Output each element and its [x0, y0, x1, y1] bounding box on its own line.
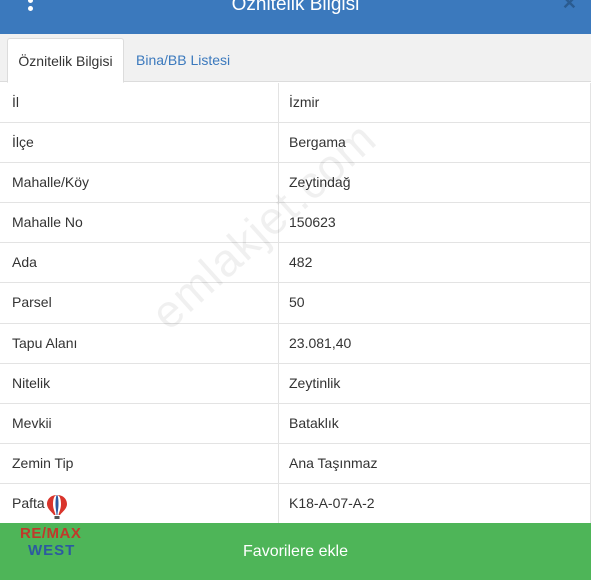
table-row: Pafta K18-A-07-A-2 — [0, 483, 591, 525]
table-row: Nitelik Zeytinlik — [0, 363, 591, 404]
row-value: 482 — [289, 254, 313, 271]
row-key: Mahalle No — [12, 214, 83, 231]
table-row: Mevkii Bataklık — [0, 403, 591, 444]
row-value: Zeytinlik — [289, 374, 341, 391]
tab-bar: Öznitelik Bilgisi Bina/BB Listesi — [0, 34, 591, 83]
column-divider — [278, 403, 279, 443]
row-value: Bataklık — [289, 414, 339, 431]
column-divider — [278, 323, 279, 363]
close-icon[interactable]: ✕ — [562, 0, 577, 12]
column-divider — [278, 283, 279, 323]
row-value: 50 — [289, 294, 305, 311]
column-divider — [278, 483, 279, 525]
remax-west-logo: RE/MAX WEST — [18, 526, 98, 562]
dialog-title: Öznitelik Bilgisi — [231, 0, 360, 15]
column-divider — [278, 243, 279, 283]
logo-line-1: RE/MAX — [20, 525, 82, 542]
table-row: İlçe Bergama — [0, 123, 591, 164]
row-key: Pafta — [12, 494, 45, 511]
logo-line-2: WEST — [28, 542, 76, 559]
dialog-header: Öznitelik Bilgisi ✕ — [0, 0, 591, 34]
row-key: Mahalle/Köy — [12, 174, 90, 191]
row-key: Tapu Alanı — [12, 334, 78, 351]
row-value: İzmir — [289, 94, 320, 110]
row-key: Ada — [12, 254, 37, 271]
table-row: Ada 482 — [0, 243, 591, 284]
table-row: Parsel 50 — [0, 283, 591, 324]
column-divider — [278, 443, 279, 483]
attribute-table: İl İzmir İlçe Bergama Mahalle/Köy Zeytin… — [0, 83, 591, 525]
row-key: Parsel — [12, 294, 52, 311]
row-key: Nitelik — [12, 374, 51, 391]
column-divider — [278, 363, 279, 403]
table-row: İl İzmir — [0, 83, 591, 124]
row-key: İlçe — [12, 134, 34, 151]
table-row: Tapu Alanı 23.081,40 — [0, 323, 591, 364]
column-divider — [278, 123, 279, 163]
tab-attribute-info[interactable]: Öznitelik Bilgisi — [7, 38, 124, 83]
row-value: 23.081,40 — [289, 334, 352, 351]
row-value: Ana Taşınmaz — [289, 454, 378, 471]
column-divider — [278, 83, 279, 123]
row-value: K18-A-07-A-2 — [289, 494, 375, 511]
row-key: Zemin Tip — [12, 454, 74, 471]
row-key: İl — [12, 94, 19, 110]
row-key: Mevkii — [12, 414, 52, 431]
tab-building-list[interactable]: Bina/BB Listesi — [126, 38, 240, 83]
balloon-logo-icon — [47, 495, 67, 519]
table-row: Zemin Tip Ana Taşınmaz — [0, 443, 591, 484]
